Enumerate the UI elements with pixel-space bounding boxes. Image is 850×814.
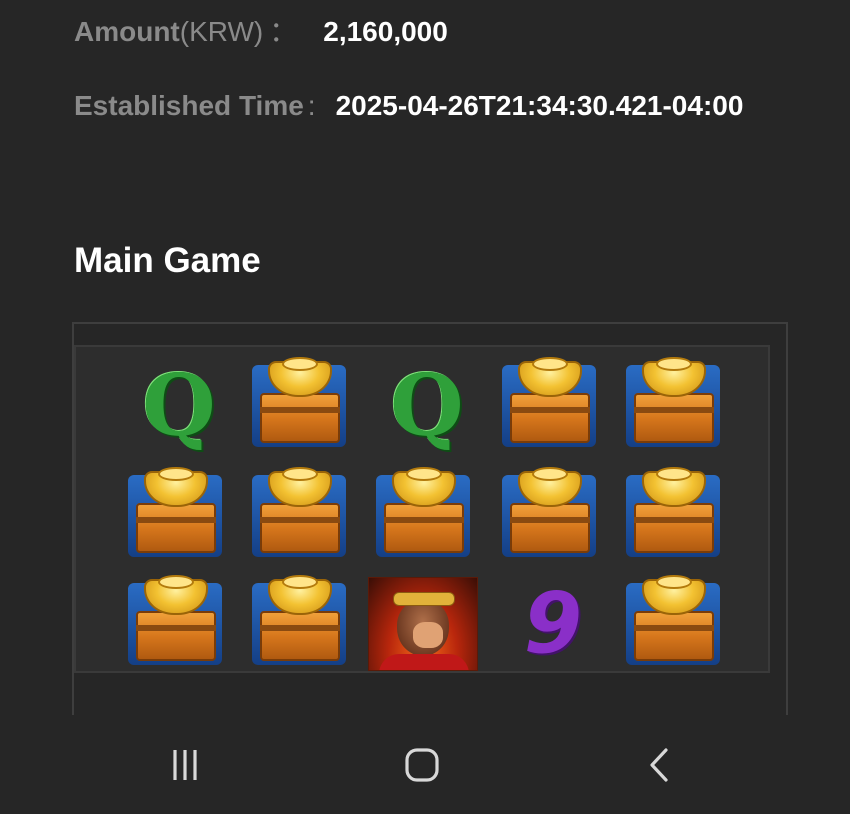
gold-chest-symbol xyxy=(248,355,358,455)
established-time-label: Established Time xyxy=(74,90,304,121)
established-time-value: 2025-04-26T21:34:30.421-04:00 xyxy=(335,90,744,121)
gold-chest-symbol xyxy=(622,573,732,673)
screen: Amount(KRW) ： 2,160,000 Established Time… xyxy=(0,0,850,814)
gold-chest-symbol xyxy=(124,465,234,565)
back-icon xyxy=(650,748,668,782)
main-game-title: Main Game xyxy=(74,241,261,280)
recent-apps-icon xyxy=(173,750,197,780)
gold-chest-symbol xyxy=(372,465,482,565)
gold-chest-symbol xyxy=(248,573,358,673)
home-button[interactable] xyxy=(392,740,452,790)
q-symbol: Q xyxy=(142,355,216,455)
slot-reel-grid: Q Q 9 xyxy=(74,345,770,673)
monkey-king-symbol xyxy=(368,577,478,671)
established-time-row: Established Time : 2025-04-26T21:34:30.4… xyxy=(74,90,743,122)
q-symbol: Q xyxy=(390,355,464,455)
back-button[interactable] xyxy=(630,740,690,790)
gold-chest-symbol xyxy=(622,465,732,565)
established-time-colon: : xyxy=(307,90,316,121)
amount-row: Amount(KRW) ： 2,160,000 xyxy=(74,10,448,50)
android-navigation-bar xyxy=(0,715,850,814)
gold-chest-symbol xyxy=(498,465,608,565)
amount-label: Amount(KRW) xyxy=(74,16,264,47)
home-icon xyxy=(405,748,439,782)
amount-unit: (KRW) xyxy=(179,16,264,47)
recent-apps-button[interactable] xyxy=(155,740,215,790)
nine-symbol: 9 xyxy=(523,574,583,672)
amount-colon: ： xyxy=(269,16,298,47)
gold-chest-symbol xyxy=(622,355,732,455)
gold-chest-symbol xyxy=(498,355,608,455)
gold-chest-symbol xyxy=(248,465,358,565)
gold-chest-symbol xyxy=(124,573,234,673)
amount-value: 2,160,000 xyxy=(323,16,448,47)
